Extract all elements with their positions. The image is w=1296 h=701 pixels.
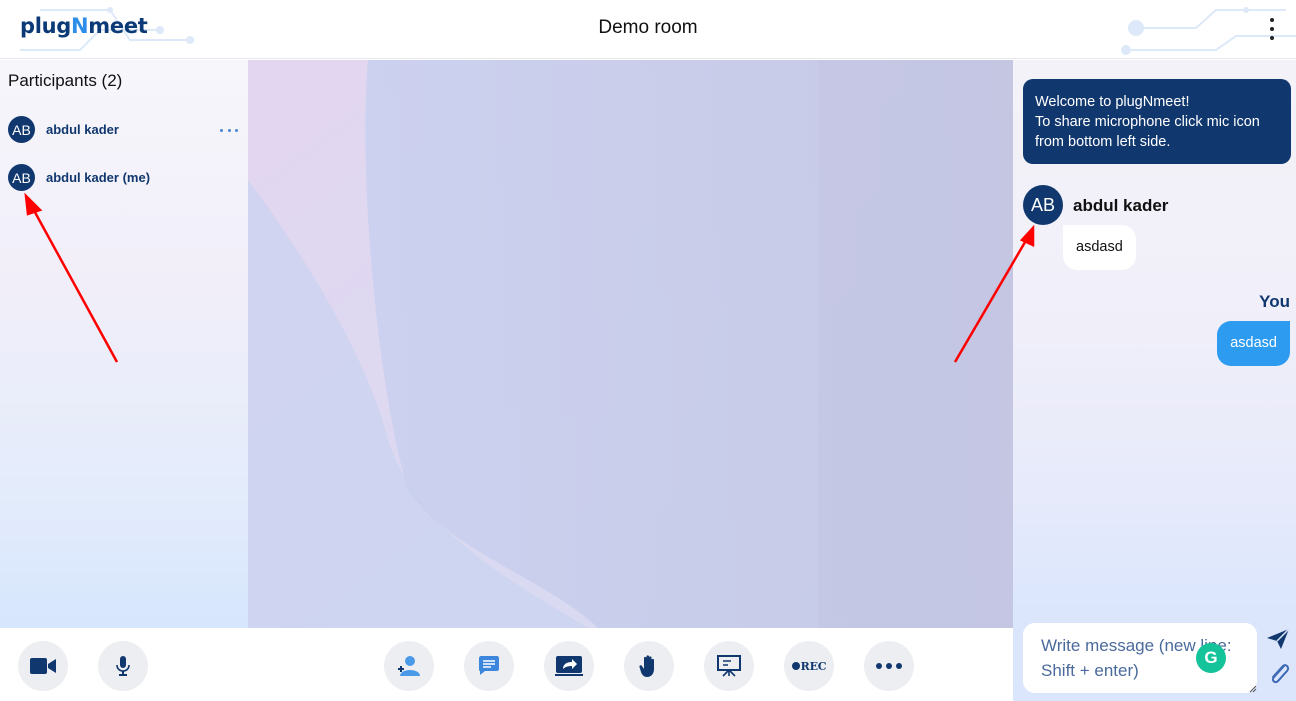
more-button[interactable] (864, 641, 914, 691)
paperclip-icon[interactable] (1267, 660, 1291, 688)
screen-share-icon (555, 656, 583, 676)
welcome-line: from bottom left side. (1035, 134, 1171, 150)
more-horizontal-icon (876, 663, 902, 669)
raise-hand-button[interactable] (624, 641, 674, 691)
participant-item: AB abdul kader (8, 116, 244, 144)
screen-share-button[interactable] (544, 641, 594, 691)
chat-button[interactable] (464, 641, 514, 691)
record-label: REC (800, 659, 827, 673)
participants-panel: Participants (2) AB abdul kader AB abdul… (0, 60, 248, 628)
welcome-message: Welcome to plugNmeet! To share microphon… (1023, 79, 1291, 164)
kebab-vertical-icon[interactable] (1262, 18, 1282, 40)
message-author: abdul kader (1073, 196, 1169, 215)
header: plugNmeet Demo room (0, 0, 1296, 59)
send-icon[interactable] (1265, 627, 1291, 651)
own-message-bubble: asdasd (1217, 321, 1290, 366)
chat-panel: Welcome to plugNmeet! To share microphon… (1013, 60, 1296, 608)
main-stage (248, 60, 1013, 628)
message-bubble: asdasd (1063, 225, 1136, 270)
microphone-icon (116, 656, 130, 676)
bottom-toolbar: REC (0, 628, 1013, 701)
recording-button[interactable]: REC (784, 641, 834, 691)
video-camera-icon (30, 658, 56, 674)
participants-title: Participants (2) (8, 71, 123, 90)
record-icon (791, 662, 800, 670)
welcome-line: Welcome to plugNmeet! (1035, 94, 1190, 110)
stage-background (248, 60, 1013, 628)
participants-icon (398, 656, 420, 676)
participant-name: abdul kader (46, 122, 119, 137)
avatar: AB (1023, 185, 1063, 225)
participants-button[interactable] (384, 641, 434, 691)
avatar: AB (8, 116, 35, 143)
microphone-button[interactable] (98, 641, 148, 691)
resize-grip-icon[interactable] (1249, 685, 1257, 693)
avatar: AB (8, 164, 35, 191)
participant-name: abdul kader (me) (46, 170, 151, 185)
own-message-label: You (1259, 292, 1290, 311)
more-horizontal-icon[interactable] (220, 124, 238, 136)
chat-icon (479, 656, 499, 675)
hand-icon (639, 655, 654, 677)
webcam-button[interactable] (18, 641, 68, 691)
chat-composer: Write message (new line: Shift + enter) … (1013, 608, 1296, 701)
room-title: Demo room (598, 17, 698, 38)
grammarly-icon[interactable]: G (1196, 643, 1226, 673)
welcome-line: To share microphone click mic icon (1035, 114, 1260, 130)
whiteboard-icon (717, 655, 741, 677)
participant-item: AB abdul kader (me) (8, 164, 244, 192)
whiteboard-button[interactable] (704, 641, 754, 691)
